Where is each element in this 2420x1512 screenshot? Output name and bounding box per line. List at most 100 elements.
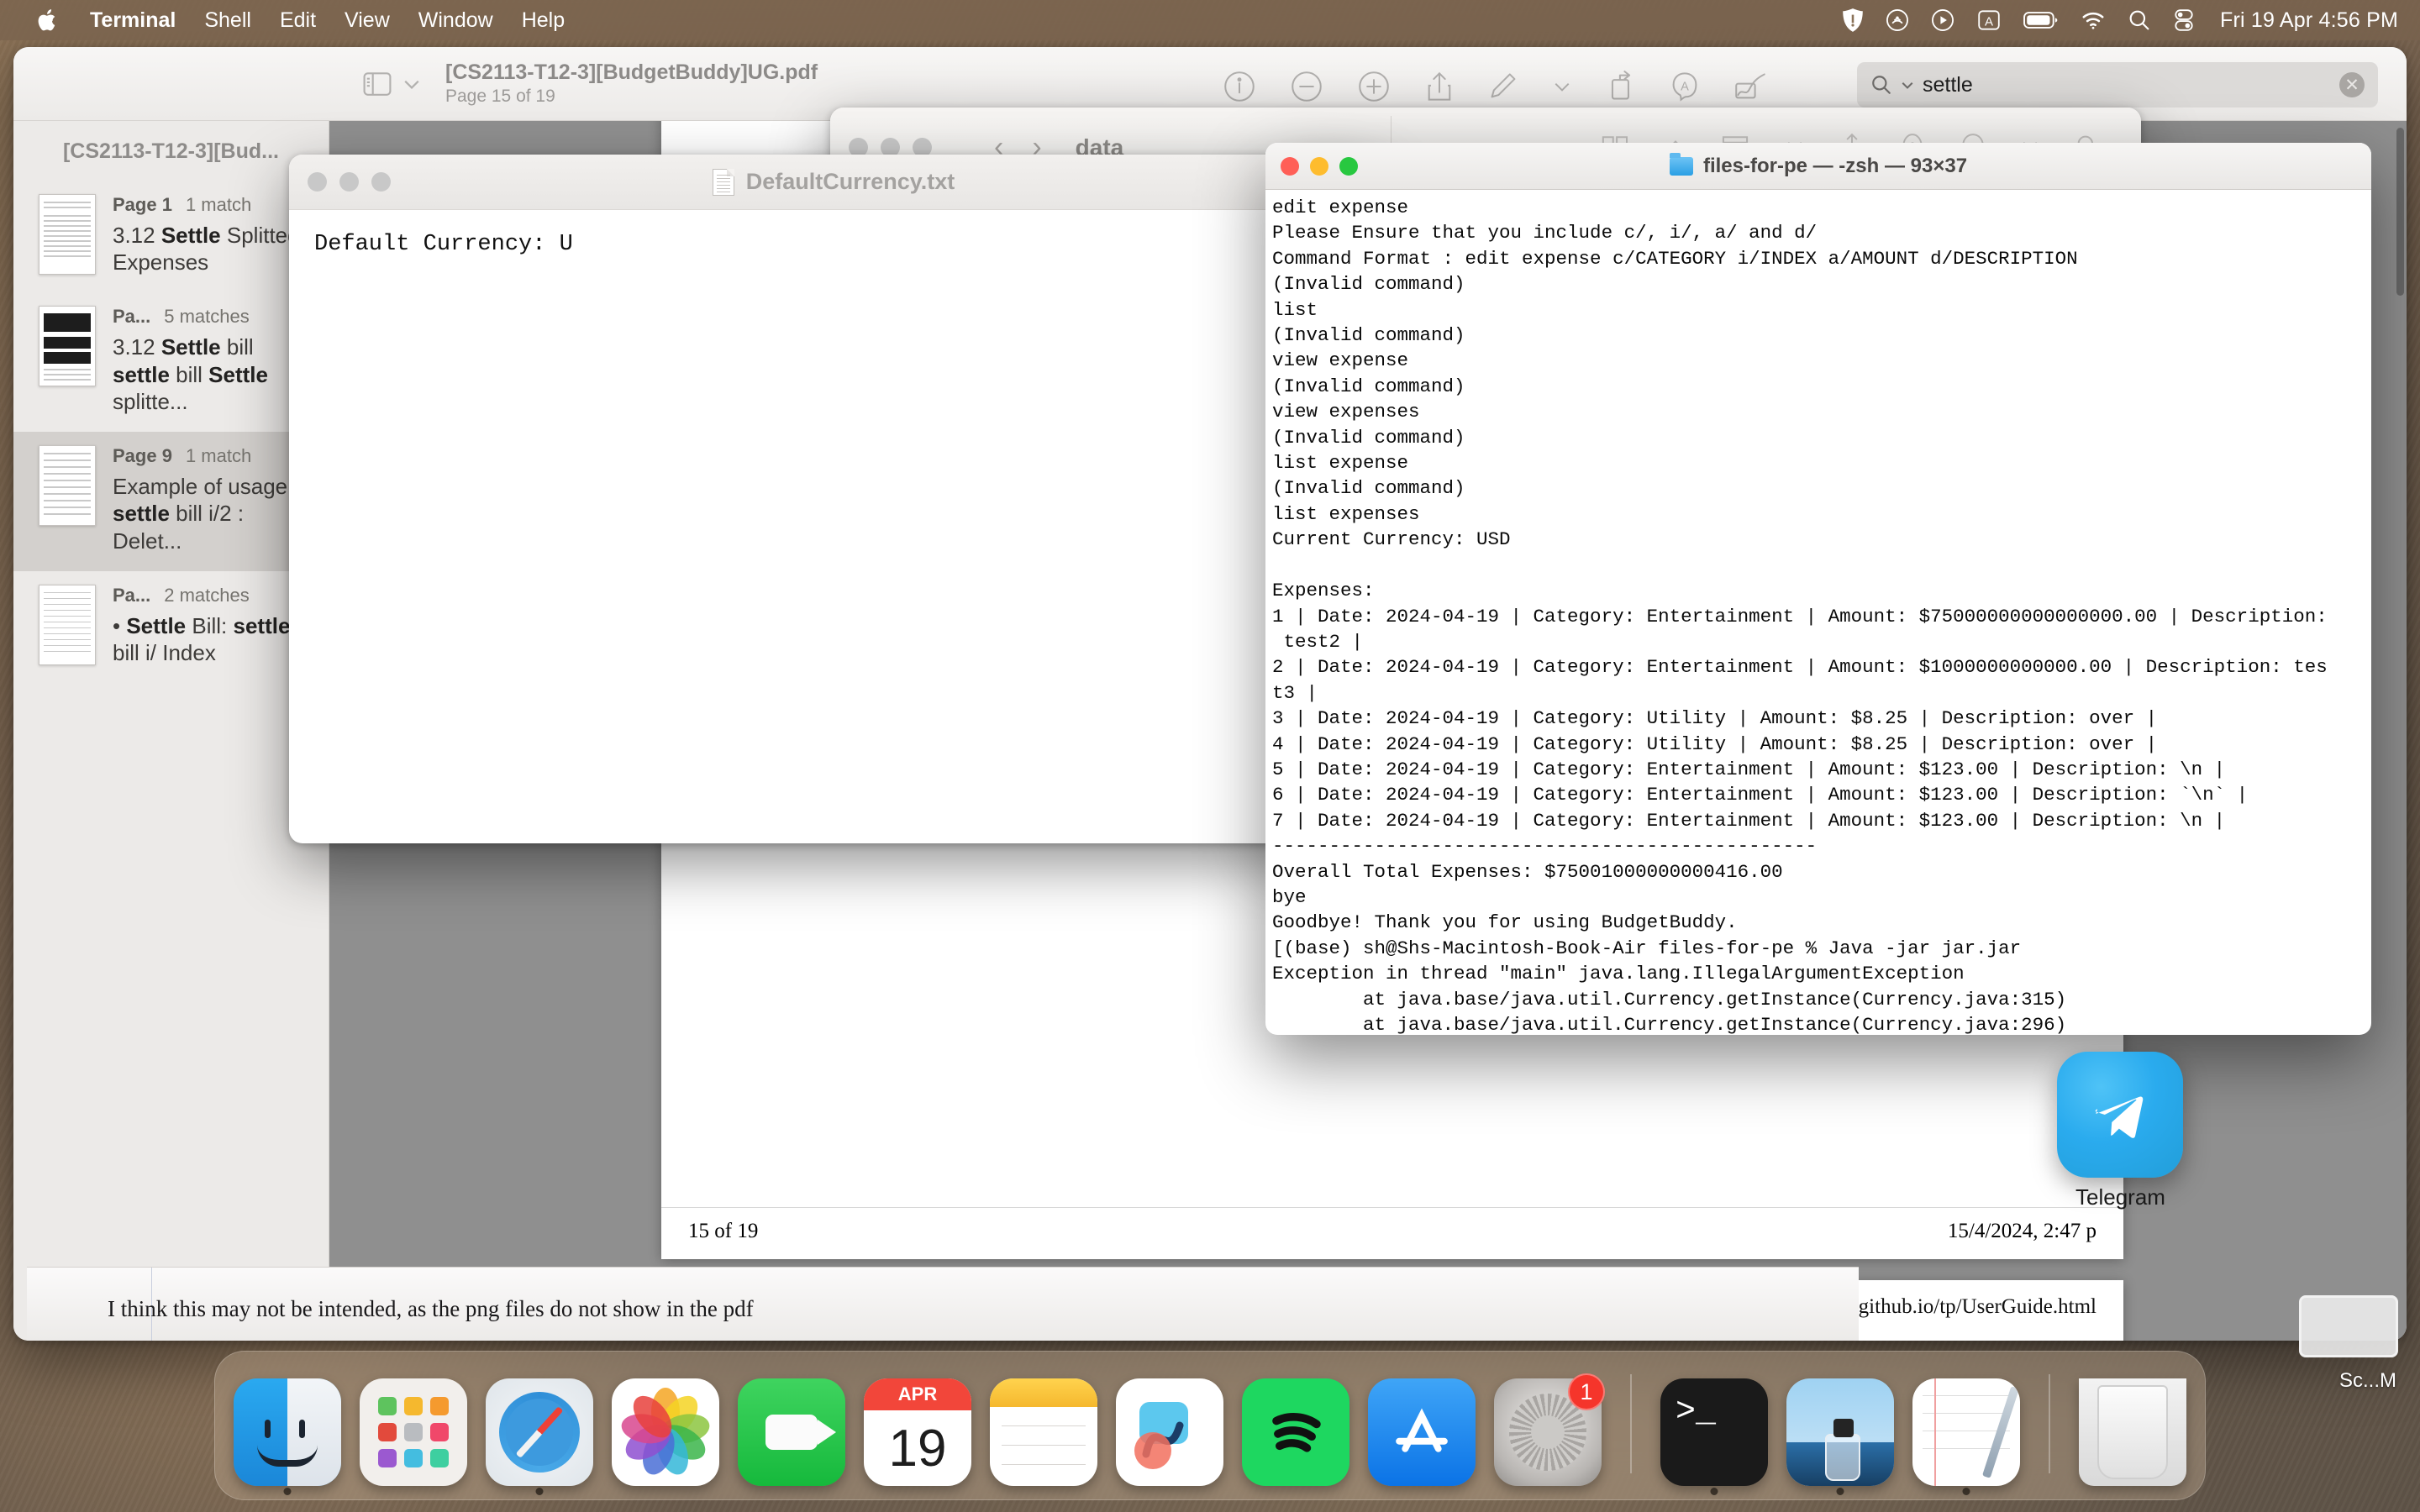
telegram-icon[interactable] (2057, 1052, 2183, 1178)
battery-icon[interactable] (2023, 9, 2059, 31)
textedit-content[interactable]: Default Currency: U (289, 210, 1378, 279)
search-results-sidebar[interactable]: [CS2113-T12-3][Bud... Page 1 1 match 3.12 … (13, 121, 329, 1341)
search-icon[interactable] (2128, 8, 2151, 32)
dock-item-trash[interactable] (2079, 1378, 2186, 1486)
screenshot-thumbnail[interactable] (2299, 1295, 2398, 1357)
menu-item-view[interactable]: View (330, 0, 404, 40)
search-result-text: Pa... 2 matches • Settle Bill: settle bill… (113, 585, 310, 666)
menu-bar: Terminal Shell Edit View Window Help A F… (0, 0, 2420, 40)
search-result-snippet: • Settle Bill: settle bill i/ Index (113, 612, 291, 666)
apple-logo-icon[interactable] (29, 8, 67, 33)
dock-item-facetime[interactable] (738, 1378, 845, 1486)
menu-item-window[interactable]: Window (404, 0, 508, 40)
alert-triangle-icon[interactable] (1842, 8, 1864, 33)
terminal-line: list expense (1272, 452, 1409, 475)
sidebar-toggle-icon[interactable] (363, 71, 420, 97)
zoom-in-icon[interactable] (1358, 71, 1390, 107)
dock[interactable]: APR 19 1 >_ (214, 1351, 2206, 1500)
textedit-titlebar[interactable]: DefaultCurrency.txt (289, 155, 1378, 210)
trash-icon-art (2079, 1378, 2186, 1486)
control-center-icon[interactable] (2173, 8, 2195, 32)
close-icon[interactable]: ✕ (2339, 72, 2365, 97)
info-icon[interactable] (1223, 71, 1255, 107)
menu-bar-clock[interactable]: Fri 19 Apr 4:56 PM (2220, 8, 2398, 33)
dock-item-notes[interactable] (990, 1378, 1097, 1486)
folder-icon (1669, 152, 1693, 176)
calendar-icon-art: APR 19 (864, 1378, 971, 1486)
search-result-item[interactable]: Pa... 5 matches 3.12 Settle bill settle bi… (13, 292, 329, 432)
comment-text[interactable]: I think this may not be intended, as the… (108, 1296, 754, 1322)
terminal-line: bye (1272, 885, 1307, 908)
annotation-comment-bar[interactable]: I think this may not be intended, as the… (27, 1267, 1859, 1341)
menu-item-help[interactable]: Help (508, 0, 579, 40)
menu-item-terminal[interactable]: Terminal (76, 0, 190, 40)
terminal-line: (Invalid command) (1272, 477, 1465, 500)
terminal-line: (Invalid command) (1272, 273, 1465, 296)
terminal-line: 1 | Date: 2024-04-19 | Category: Enterta… (1272, 605, 2328, 627)
chevron-down-icon[interactable] (1553, 78, 1571, 99)
page-thumbnail (39, 194, 96, 275)
search-result-item[interactable]: Page 9 1 match Example of usage: settle bi… (13, 432, 329, 571)
dock-item-launchpad[interactable] (360, 1378, 467, 1486)
signature-icon[interactable] (1734, 71, 1766, 107)
page-thumbnail (39, 584, 96, 665)
freeform-icon-art (1116, 1378, 1223, 1486)
dock-item-app-store[interactable] (1368, 1378, 1476, 1486)
dock-item-spotify[interactable] (1242, 1378, 1349, 1486)
menu-item-shell[interactable]: Shell (190, 0, 266, 40)
dock-item-safari[interactable] (486, 1378, 593, 1495)
running-indicator (535, 1488, 544, 1495)
photos-icon-art (612, 1378, 719, 1486)
dock-item-preview[interactable] (1786, 1378, 1894, 1495)
dock-item-textedit[interactable] (1912, 1378, 2020, 1495)
running-indicator (1836, 1488, 1844, 1495)
search-result-page: Pa... (113, 584, 151, 606)
now-playing-icon[interactable] (1931, 8, 1954, 32)
wifi-icon[interactable] (2081, 9, 2106, 31)
terminal-titlebar[interactable]: files-for-pe — -zsh — 93×37 (1265, 143, 2371, 190)
annotate-text-icon[interactable]: A (1670, 71, 1699, 107)
terminal-line: at java.base/java.util.Currency.getInsta… (1272, 1014, 2067, 1035)
share-icon[interactable] (1425, 71, 1454, 107)
dock-item-system-settings[interactable]: 1 (1494, 1373, 1605, 1486)
search-input[interactable]: settle (1923, 73, 1973, 97)
search-field[interactable]: settle ✕ (1857, 62, 2378, 108)
airdrop-icon[interactable] (1886, 8, 1909, 32)
terminal-line: list expenses (1272, 502, 1420, 525)
search-result-snippet: 3.12 Settle Splitted Expenses (113, 223, 300, 276)
pdf-page-footer: 15 of 19 15/4/2024, 2:47 p (661, 1207, 2123, 1259)
zoom-out-icon[interactable] (1291, 71, 1323, 107)
svg-text:A: A (1681, 80, 1689, 93)
dock-item-photos[interactable] (612, 1378, 719, 1486)
dock-item-terminal[interactable]: >_ (1660, 1378, 1768, 1495)
terminal-line: Please Ensure that you include c/, i/, a… (1272, 222, 1818, 244)
markup-pen-icon[interactable] (1489, 71, 1518, 107)
rotate-icon[interactable] (1607, 71, 1635, 107)
terminal-line: 7 | Date: 2024-04-19 | Category: Enterta… (1272, 809, 2226, 832)
search-result-text: Page 9 1 match Example of usage: settle bi… (113, 445, 310, 554)
terminal-line: Goodbye! Thank you for using BudgetBuddy… (1272, 911, 1738, 934)
preview-tool-buttons: A (1223, 71, 1766, 107)
dock-item-finder[interactable] (234, 1378, 341, 1495)
spotify-icon-art (1242, 1378, 1349, 1486)
dock-item-freeform[interactable] (1116, 1378, 1223, 1486)
search-result-match-count: 1 match (185, 445, 252, 467)
textedit-title-text: DefaultCurrency.txt (745, 169, 955, 194)
terminal-output[interactable]: edit expense Please Ensure that you inclu… (1265, 190, 2371, 1035)
dock-item-calendar[interactable]: APR 19 (864, 1378, 971, 1486)
terminal-line: edit expense (1272, 197, 1409, 218)
terminal-title-text: files-for-pe — -zsh — 93×37 (1702, 154, 1968, 177)
menu-item-edit[interactable]: Edit (266, 0, 330, 40)
pdf-footer-right: 15/4/2024, 2:47 p (1947, 1220, 2096, 1242)
page-title: [CS2113-T12-3][BudgetBuddy]UG.pdf (445, 60, 818, 84)
telegram-label: Telegram (2075, 1184, 2165, 1210)
vertical-scrollbar[interactable] (2396, 128, 2404, 296)
keyboard-input-icon[interactable]: A (1976, 8, 2002, 33)
textedit-window[interactable]: DefaultCurrency.txt Default Currency: U (289, 155, 1378, 843)
search-result-item[interactable]: Pa... 2 matches • Settle Bill: settle bill… (13, 571, 329, 683)
terminal-window[interactable]: files-for-pe — -zsh — 93×37 edit expense… (1265, 143, 2371, 1035)
sidebar-title: [CS2113-T12-3][Bud... (62, 139, 279, 163)
search-result-item[interactable]: Page 1 1 match 3.12 Settle Splitted Expens… (13, 181, 329, 292)
search-results-list[interactable]: Page 1 1 match 3.12 Settle Splitted Expens… (13, 181, 329, 683)
